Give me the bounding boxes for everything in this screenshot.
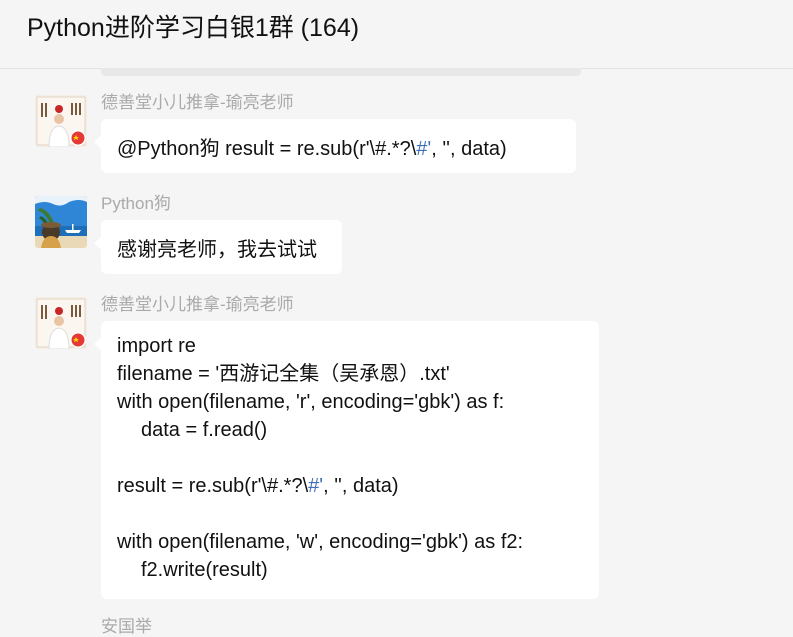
highlight-text: #' xyxy=(416,138,432,160)
highlight-text: #' xyxy=(308,475,324,497)
code-line: import re xyxy=(117,335,196,357)
beach-scene-avatar[interactable] xyxy=(35,196,87,248)
code-line: data = f.read() xyxy=(141,419,268,441)
sender-name: Python狗 xyxy=(101,194,171,213)
next-sender-name: 安国举 xyxy=(101,617,152,636)
chat-header: Python进阶学习白银1群 (164) xyxy=(0,0,793,69)
message-text: , '', data) xyxy=(431,138,507,160)
message-text: @Python狗 result = re.sub(r'\#.*?\ xyxy=(117,138,417,160)
code-line: result = re.sub(r'\#.*?\#', '', data) xyxy=(117,472,583,500)
code-line: filename = '西游记全集（吴承恩）.txt' xyxy=(117,363,450,385)
chat-title[interactable]: Python进阶学习白银1群 (164) xyxy=(27,8,359,44)
code-line: with open(filename, 'w', encoding='gbk')… xyxy=(117,531,524,553)
code-text: result = re.sub(r'\#.*?\ xyxy=(117,475,309,497)
previous-message-bubble xyxy=(101,68,581,76)
code-line: with open(filename, 'r', encoding='gbk')… xyxy=(117,391,505,413)
sender-name: 德善堂小儿推拿-瑜亮老师 xyxy=(101,295,294,314)
sender-name: 德善堂小儿推拿-瑜亮老师 xyxy=(101,93,294,112)
message-bubble[interactable]: @Python狗 result = re.sub(r'\#.*?\#', '',… xyxy=(94,119,576,173)
message-bubble[interactable]: 感谢亮老师，我去试试 xyxy=(94,220,342,274)
code-message-bubble[interactable]: import re filename = '西游记全集（吴承恩）.txt' wi… xyxy=(94,321,599,599)
message-text: 感谢亮老师，我去试试 xyxy=(117,239,317,261)
teacher-avatar[interactable] xyxy=(35,95,87,147)
code-line: f2.write(result) xyxy=(141,559,268,581)
code-text: , '', data) xyxy=(323,475,399,497)
teacher-avatar[interactable] xyxy=(35,297,87,349)
